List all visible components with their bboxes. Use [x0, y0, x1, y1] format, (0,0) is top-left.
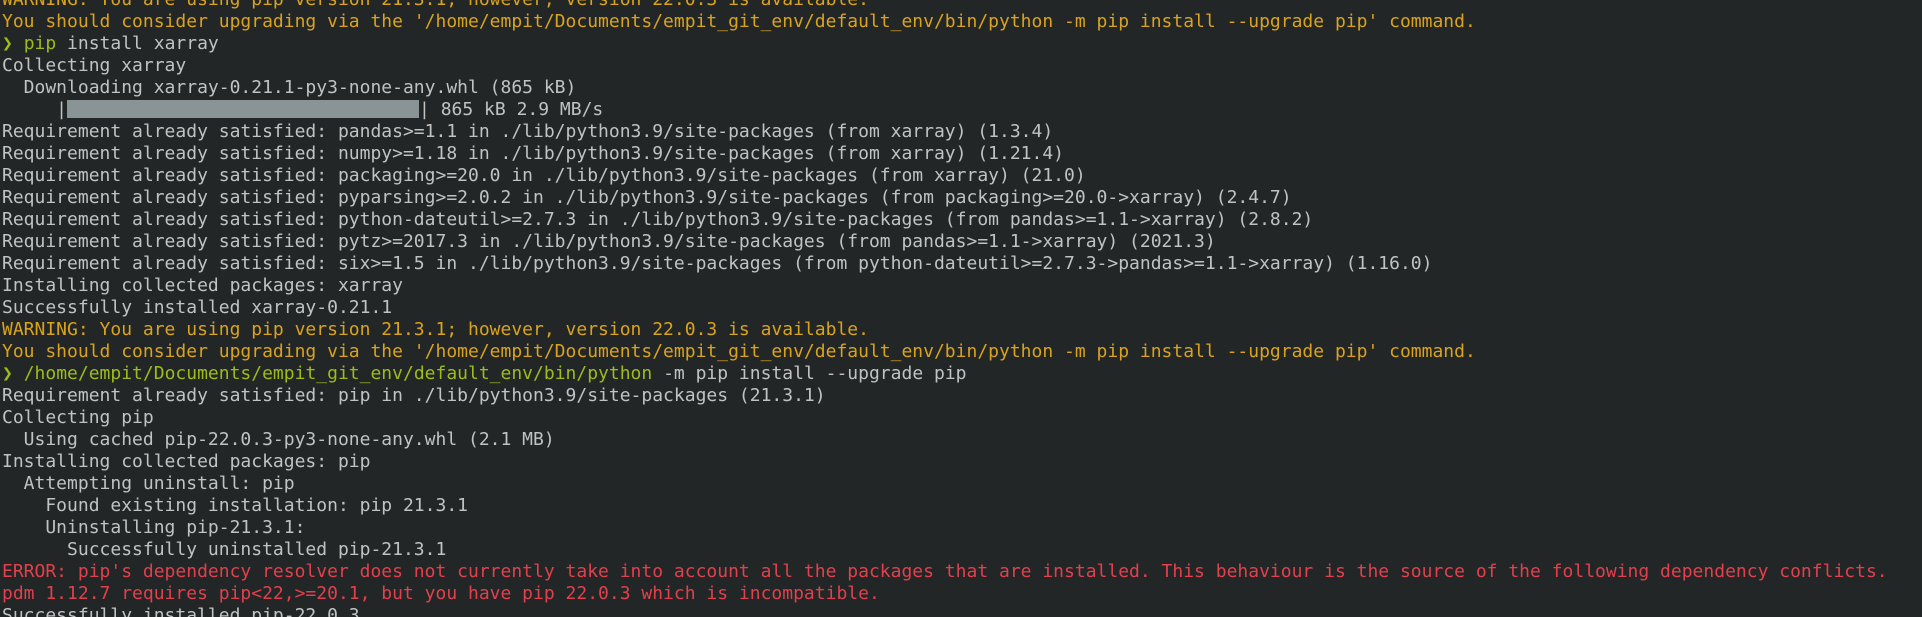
output-line: Requirement already satisfied: six>=1.5 … — [2, 253, 1433, 274]
output-line: Requirement already satisfied: pytz>=201… — [2, 231, 1216, 252]
prompt-chevron-icon: ❯ — [2, 33, 13, 54]
output-line: Collecting xarray — [2, 55, 187, 76]
terminal-window[interactable]: WARNING: You are using pip version 21.3.… — [0, 0, 1922, 617]
output-line: Successfully installed xarray-0.21.1 — [2, 297, 393, 318]
progress-suffix: | 865 kB 2.9 MB/s — [419, 99, 604, 120]
command-name: pip — [23, 33, 57, 54]
output-line: Using cached pip-22.0.3-py3-none-any.whl… — [2, 429, 555, 450]
terminal-output: WARNING: You are using pip version 21.3.… — [2, 0, 1888, 617]
output-line: Requirement already satisfied: pandas>=1… — [2, 121, 1054, 142]
command-args: install xarray — [56, 33, 219, 54]
command-line-pip-install: ❯ pip install xarray — [2, 33, 1888, 55]
output-line: Installing collected packages: pip — [2, 451, 371, 472]
command-args: -m pip install --upgrade pip — [652, 363, 967, 384]
output-line: Requirement already satisfied: pip in ./… — [2, 385, 826, 406]
output-line: Requirement already satisfied: pyparsing… — [2, 187, 1292, 208]
prompt-chevron-icon: ❯ — [2, 363, 13, 384]
command-name: /home/empit/Documents/empit_git_env/defa… — [23, 363, 653, 384]
output-line: Successfully installed pip-22.0.3 — [2, 605, 360, 617]
command-line-pip-upgrade: ❯ /home/empit/Documents/empit_git_env/de… — [2, 363, 1888, 385]
output-line: Installing collected packages: xarray — [2, 275, 403, 296]
output-line: Downloading xarray-0.21.1-py3-none-any.w… — [2, 77, 577, 98]
output-line: Requirement already satisfied: numpy>=1.… — [2, 143, 1065, 164]
pip-version-warning: WARNING: You are using pip version 21.3.… — [2, 319, 869, 340]
pip-upgrade-hint: You should consider upgrading via the '/… — [2, 341, 1476, 362]
output-line: Successfully uninstalled pip-21.3.1 — [2, 539, 447, 560]
output-line: Found existing installation: pip 21.3.1 — [2, 495, 468, 516]
download-progress-bar — [67, 100, 420, 118]
pip-version-warning: WARNING: You are using pip version 21.3.… — [2, 0, 1888, 11]
output-line: Requirement already satisfied: python-da… — [2, 209, 1314, 230]
download-progress-line: | | 865 kB 2.9 MB/s — [2, 99, 1888, 121]
output-line: Collecting pip — [2, 407, 154, 428]
progress-prefix: | — [2, 99, 68, 120]
pip-upgrade-hint: You should consider upgrading via the '/… — [2, 11, 1476, 32]
dependency-error: ERROR: pip's dependency resolver does no… — [2, 561, 1888, 582]
output-line: Requirement already satisfied: packaging… — [2, 165, 1086, 186]
dependency-conflict: pdm 1.12.7 requires pip<22,>=20.1, but y… — [2, 583, 880, 604]
output-line: Uninstalling pip-21.3.1: — [2, 517, 306, 538]
output-line: Attempting uninstall: pip — [2, 473, 295, 494]
